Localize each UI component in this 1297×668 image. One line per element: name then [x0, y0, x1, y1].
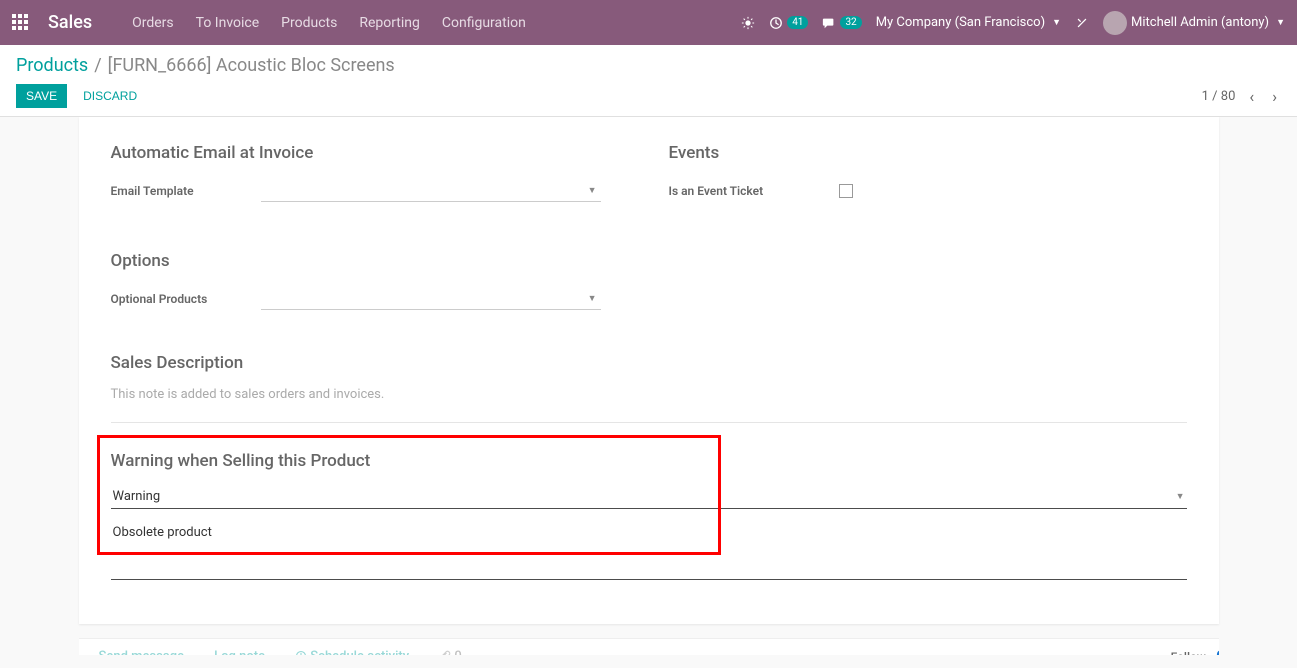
section-options-title: Options — [111, 251, 629, 271]
menu-reporting[interactable]: Reporting — [359, 15, 420, 31]
save-button[interactable]: Save — [16, 84, 67, 108]
pager-prev[interactable]: ‹ — [1245, 87, 1258, 106]
section-warning-title: Warning when Selling this Product — [111, 451, 1187, 471]
messages-badge: 32 — [840, 16, 861, 29]
debug-icon[interactable] — [741, 16, 755, 30]
menu-orders[interactable]: Orders — [132, 15, 174, 31]
menu-products[interactable]: Products — [281, 15, 337, 31]
section-events-title: Events — [669, 143, 1187, 163]
chatter-log[interactable]: Log note — [214, 649, 265, 655]
breadcrumb: Products / [FURN_6666] Acoustic Bloc Scr… — [16, 55, 1281, 76]
activity-icon[interactable]: 41 — [769, 16, 808, 30]
breadcrumb-separator: / — [94, 55, 101, 76]
messages-icon[interactable]: 32 — [822, 16, 861, 30]
section-sales-desc-title: Sales Description — [111, 353, 1187, 373]
optional-products-label: Optional Products — [111, 292, 261, 306]
email-template-label: Email Template — [111, 184, 261, 198]
menu-configuration[interactable]: Configuration — [442, 15, 526, 31]
breadcrumb-current: [FURN_6666] Acoustic Bloc Screens — [108, 55, 395, 76]
optional-products-select[interactable]: ▼ — [261, 288, 601, 310]
chatter-follow[interactable]: Follow — [1171, 650, 1206, 656]
user-menu[interactable]: Mitchell Admin (antony)▼ — [1103, 11, 1285, 35]
apps-icon[interactable] — [12, 14, 30, 32]
pager-text[interactable]: 1 / 80 — [1202, 89, 1236, 104]
avatar — [1103, 11, 1127, 35]
event-ticket-label: Is an Event Ticket — [669, 184, 839, 198]
chatter-attach-count[interactable]: 0 — [439, 649, 462, 655]
discard-button[interactable]: Discard — [73, 84, 147, 108]
section-auto-email-title: Automatic Email at Invoice — [111, 143, 629, 163]
warning-message-input[interactable]: Obsolete product — [111, 517, 1187, 580]
app-brand[interactable]: Sales — [48, 12, 92, 33]
menu-to-invoice[interactable]: To Invoice — [196, 15, 260, 31]
sales-desc-input[interactable]: This note is added to sales orders and i… — [111, 387, 1187, 402]
chatter-send[interactable]: Send message — [99, 649, 185, 655]
pager-next[interactable]: › — [1268, 87, 1281, 106]
settings-icon[interactable] — [1075, 16, 1089, 30]
activity-badge: 41 — [787, 16, 808, 29]
breadcrumb-root[interactable]: Products — [16, 55, 88, 76]
company-switcher[interactable]: My Company (San Francisco)▼ — [876, 15, 1061, 30]
email-template-select[interactable]: ▼ — [261, 180, 601, 202]
chatter-activity[interactable]: Schedule activity — [295, 649, 409, 655]
warning-type-select[interactable]: Warning ▼ — [111, 485, 1187, 509]
event-ticket-checkbox[interactable] — [839, 184, 853, 198]
